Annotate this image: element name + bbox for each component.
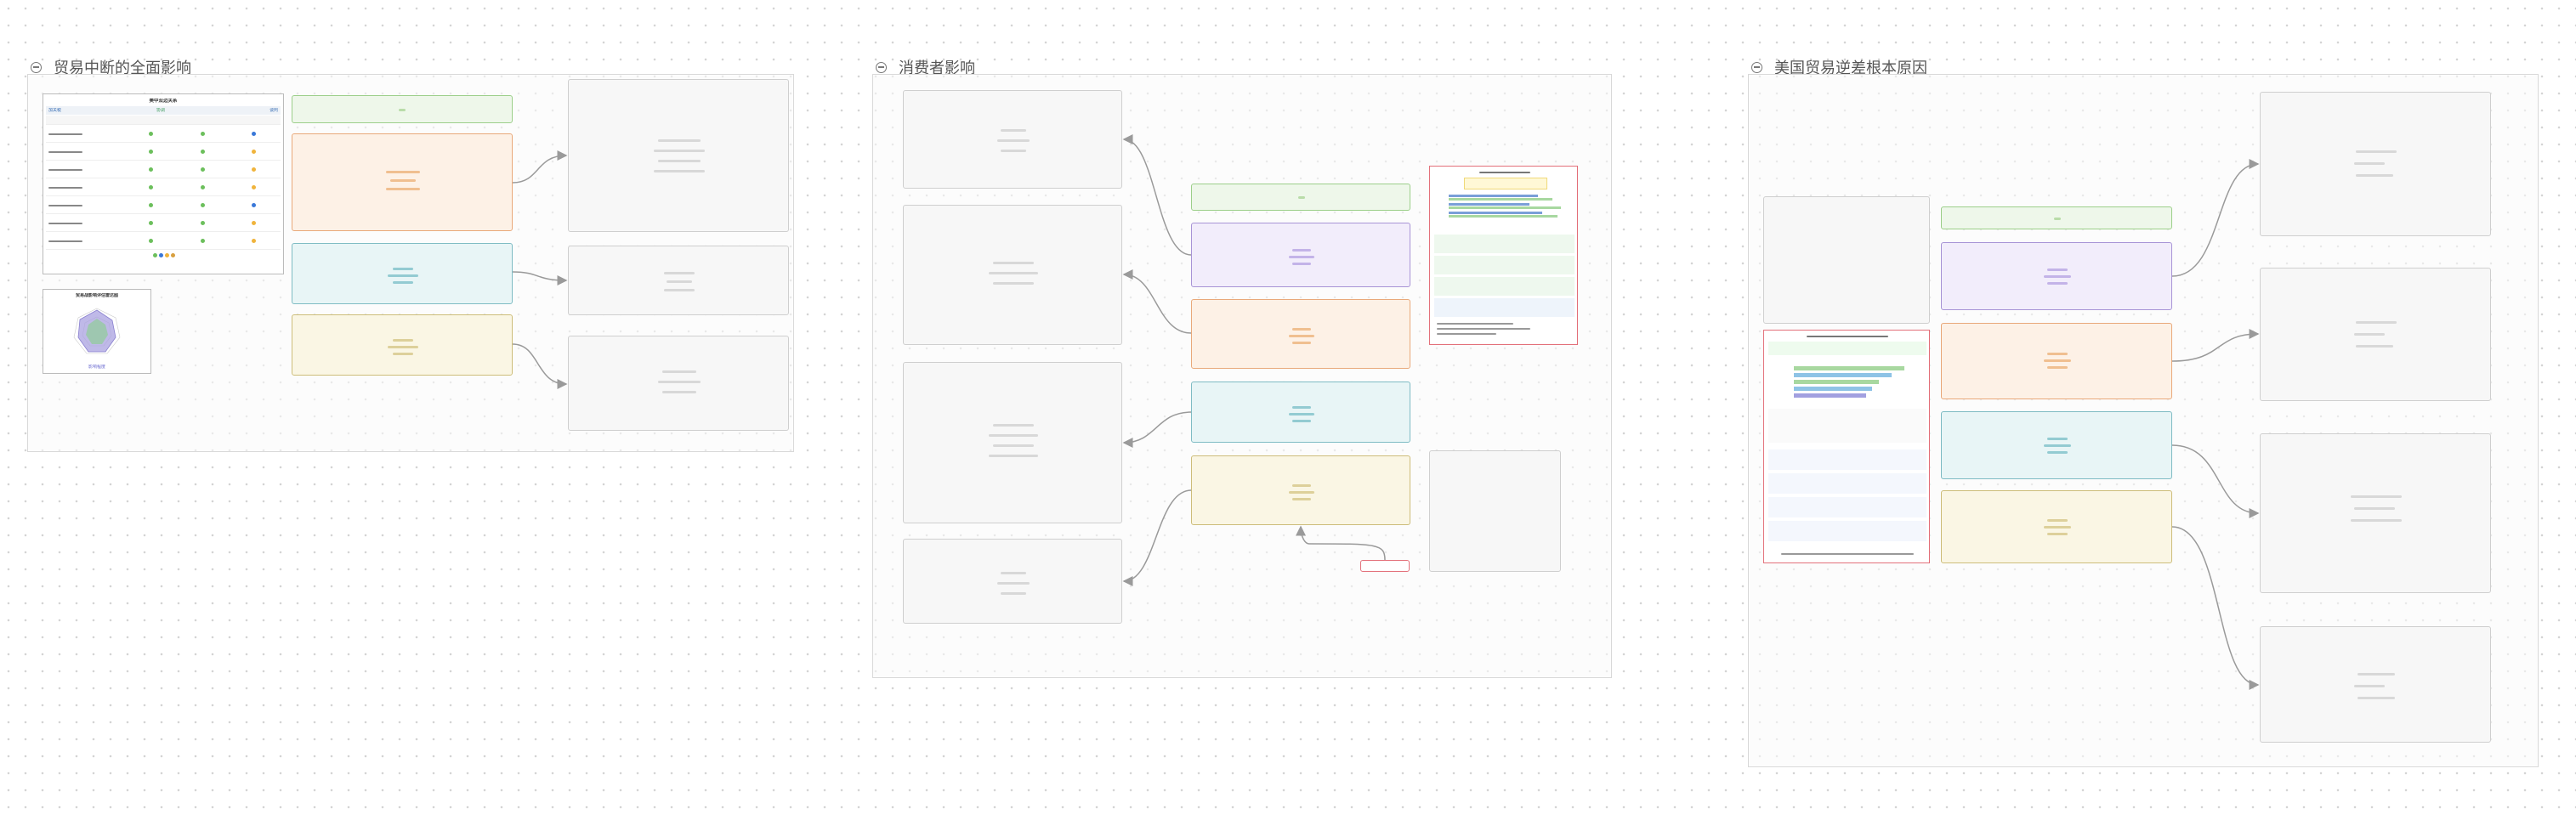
content-card[interactable]	[2260, 626, 2491, 743]
content-card[interactable]	[568, 79, 789, 232]
collapse-icon[interactable]	[31, 61, 42, 73]
radar-chart	[73, 308, 121, 354]
hbar-chart	[1449, 193, 1563, 222]
subheader-right: 谈判	[269, 108, 278, 113]
node-blue[interactable]	[1191, 382, 1410, 443]
report-document-card[interactable]	[1763, 330, 1930, 563]
table-subheader: 加关税 协调 谈判	[46, 106, 281, 115]
node-orange[interactable]	[1191, 299, 1410, 369]
section-band	[1768, 473, 1926, 494]
content-card[interactable]	[903, 362, 1122, 523]
section-band	[1768, 521, 1926, 541]
collapse-icon[interactable]	[1751, 61, 1762, 73]
node-green[interactable]	[1941, 206, 2172, 229]
content-card[interactable]	[903, 539, 1122, 624]
table-row	[46, 214, 281, 232]
content-card[interactable]	[568, 336, 789, 431]
radar-legend: 影响程度	[88, 365, 105, 370]
content-card[interactable]	[2260, 433, 2491, 593]
node-orange[interactable]	[292, 133, 513, 231]
info-band	[1434, 298, 1575, 317]
node-purple[interactable]	[1941, 242, 2172, 310]
table-row	[46, 161, 281, 178]
callout-box	[1464, 178, 1547, 189]
table-row	[46, 196, 281, 214]
summary-box	[1768, 342, 1926, 355]
document-card-table[interactable]: 美中双边关系 加关税 协调 谈判	[43, 93, 284, 274]
content-card[interactable]	[568, 246, 789, 315]
node-purple[interactable]	[1191, 223, 1410, 287]
table-header-row	[46, 116, 281, 125]
table-row	[46, 125, 281, 143]
node-blue[interactable]	[292, 243, 513, 304]
radar-chart-card[interactable]: 贸易战影响评估雷达图 影响程度	[43, 289, 151, 374]
content-card[interactable]	[1763, 196, 1930, 324]
content-card[interactable]	[2260, 92, 2491, 236]
node-green[interactable]	[1191, 184, 1410, 211]
text-block	[1768, 409, 1926, 443]
content-card[interactable]	[903, 90, 1122, 189]
section-band	[1768, 497, 1926, 517]
node-yellow[interactable]	[1941, 490, 2172, 563]
table-row	[46, 232, 281, 250]
info-band	[1434, 256, 1575, 274]
subheader-mid: 协调	[156, 108, 166, 113]
content-card[interactable]	[2260, 268, 2491, 401]
table-legend-row	[46, 250, 281, 260]
collapse-icon[interactable]	[876, 61, 887, 73]
node-yellow[interactable]	[292, 314, 513, 376]
node-orange[interactable]	[1941, 323, 2172, 399]
info-band	[1434, 235, 1575, 253]
info-band	[1434, 277, 1575, 296]
empty-card[interactable]	[1429, 450, 1561, 572]
node-blue[interactable]	[1941, 411, 2172, 479]
doc-title: 美中双边关系	[149, 99, 178, 104]
node-yellow[interactable]	[1191, 455, 1410, 525]
section-band	[1768, 449, 1926, 470]
subheader-left: 加关税	[48, 108, 62, 113]
content-card[interactable]	[903, 205, 1122, 345]
hbar-chart	[1768, 361, 1926, 404]
node-green[interactable]	[292, 95, 513, 123]
small-red-node[interactable]	[1360, 560, 1410, 572]
table-row	[46, 143, 281, 161]
impact-table	[46, 116, 281, 260]
table-row	[46, 178, 281, 196]
bar-chart-document-card[interactable]	[1429, 166, 1578, 345]
